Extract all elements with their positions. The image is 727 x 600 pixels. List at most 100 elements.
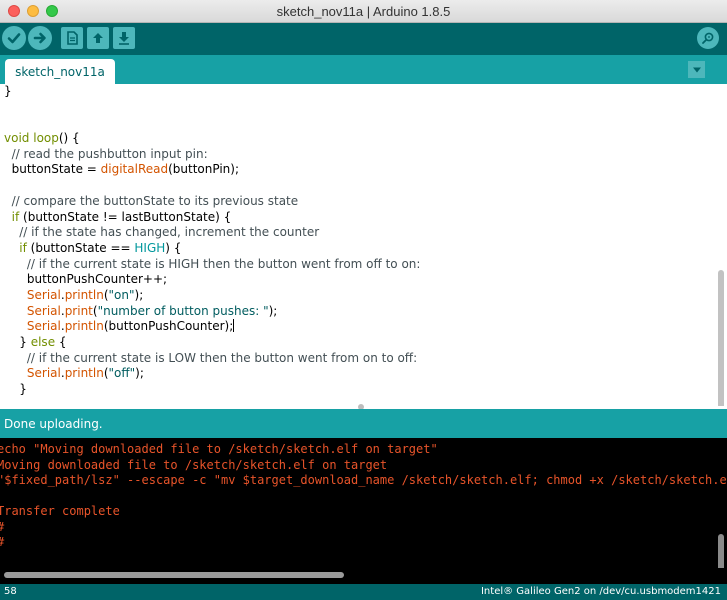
- toolbar: [0, 23, 727, 55]
- code-line[interactable]: }: [4, 382, 420, 398]
- code-token: // read the pushbutton input pin:: [4, 146, 208, 161]
- code-token: // if the current state is LOW then the …: [4, 350, 418, 365]
- code-line[interactable]: Serial.println(buttonPushCounter);: [4, 319, 420, 335]
- arrow-down-icon: [119, 32, 129, 45]
- code-line[interactable]: void loop() {: [4, 131, 420, 147]
- verify-button[interactable]: [2, 26, 26, 50]
- code-token: (buttonState != lastButtonState) {: [19, 209, 232, 224]
- console-line: Transfer complete: [0, 504, 120, 518]
- console-line: Moving downloaded file to /sketch/sketch…: [0, 457, 388, 472]
- code-token: (buttonState ==: [26, 240, 135, 255]
- code-token: digitalRead: [100, 162, 169, 177]
- code-line[interactable]: } else {: [4, 335, 420, 351]
- code-line[interactable]: buttonState = digitalRead(buttonPin);: [4, 162, 420, 178]
- code-line[interactable]: if (buttonState == HIGH) {: [4, 241, 420, 257]
- code-line[interactable]: Serial.println("off");: [4, 366, 420, 382]
- code-token: Serial: [26, 319, 61, 334]
- save-sketch-button[interactable]: [113, 27, 135, 49]
- code-token: void: [4, 131, 30, 146]
- code-line[interactable]: [4, 100, 420, 116]
- code-token: Serial: [26, 287, 61, 302]
- code-token: buttonPushCounter++;: [4, 272, 168, 287]
- code-token: loop: [33, 131, 59, 146]
- code-token: println: [64, 366, 104, 381]
- console-line: #: [0, 535, 727, 551]
- console-horizontal-scrollbar[interactable]: [4, 572, 344, 578]
- console-text: echo "Moving downloaded file to /sketch/…: [0, 442, 727, 551]
- code-token: }: [4, 84, 12, 98]
- line-number: 58: [4, 586, 17, 597]
- arrow-up-icon: [93, 33, 103, 43]
- code-token: else: [30, 335, 56, 349]
- code-token: ) {: [165, 240, 182, 255]
- new-sketch-button[interactable]: [61, 27, 83, 49]
- code-token: }: [4, 382, 27, 397]
- code-line[interactable]: // read the pushbutton input pin:: [4, 147, 420, 163]
- bottom-bar: 58 Intel® Galileo Gen2 on /dev/cu.usbmod…: [0, 584, 727, 600]
- console-line: "$fixed_path/lsz" --escape -c "mv $targe…: [0, 473, 727, 487]
- code-line[interactable]: if (buttonState != lastButtonState) {: [4, 210, 420, 226]
- code-token: );: [134, 287, 144, 302]
- code-editor[interactable]: } void loop() { // read the pushbutton i…: [0, 84, 727, 406]
- window-title: sketch_nov11a | Arduino 1.8.5: [276, 4, 451, 19]
- code-token: }: [4, 335, 31, 349]
- code-token: (buttonPin);: [168, 162, 240, 177]
- code-token: );: [268, 303, 278, 318]
- document-icon: [67, 31, 78, 45]
- code-token: println: [64, 287, 104, 302]
- code-token: "off": [108, 366, 136, 381]
- code-line[interactable]: // if the state has changed, increment t…: [4, 225, 420, 241]
- code-token: (buttonPushCounter);: [103, 319, 234, 334]
- open-sketch-button[interactable]: [87, 27, 109, 49]
- code-token: () {: [58, 131, 80, 146]
- chevron-down-icon: [692, 67, 701, 72]
- window-titlebar: sketch_nov11a | Arduino 1.8.5: [0, 0, 727, 23]
- code-line[interactable]: }: [4, 84, 420, 100]
- code-line[interactable]: [4, 115, 420, 131]
- code-line[interactable]: Serial.print("number of button pushes: "…: [4, 304, 420, 320]
- board-port-label: Intel® Galileo Gen2 on /dev/cu.usbmodem1…: [480, 586, 721, 597]
- code-line[interactable]: // compare the buttonState to its previo…: [4, 194, 420, 210]
- code-token: // if the state has changed, increment t…: [4, 225, 320, 240]
- tab-menu-button[interactable]: [688, 61, 705, 78]
- status-message: Done uploading.: [4, 417, 103, 431]
- tab-strip: sketch_nov11a: [0, 55, 727, 84]
- code-line[interactable]: [4, 178, 420, 194]
- code-token: buttonState =: [4, 162, 101, 177]
- code-token: // if the current state is HIGH then the…: [4, 256, 421, 271]
- tab-sketch[interactable]: sketch_nov11a: [5, 59, 115, 84]
- code-line[interactable]: buttonPushCounter++;: [4, 272, 420, 288]
- code-token: "on": [108, 287, 135, 302]
- editor-scrollbar[interactable]: [718, 270, 724, 406]
- code-token: if: [19, 240, 27, 255]
- serial-monitor-button[interactable]: [697, 27, 719, 49]
- code-token: HIGH: [134, 240, 166, 255]
- code-area[interactable]: } void loop() { // read the pushbutton i…: [4, 84, 420, 398]
- magnifier-icon: [702, 32, 714, 44]
- console-output: echo "Moving downloaded file to /sketch/…: [0, 438, 727, 584]
- code-token: println: [64, 319, 104, 334]
- code-line[interactable]: // if the current state is LOW then the …: [4, 351, 420, 367]
- console-line: echo "Moving downloaded file to /sketch/…: [0, 442, 438, 456]
- code-line[interactable]: Serial.println("on");: [4, 288, 420, 304]
- code-line[interactable]: // if the current state is HIGH then the…: [4, 256, 421, 273]
- arrow-right-icon: [33, 32, 46, 44]
- code-token: Serial: [26, 303, 61, 318]
- code-token: // compare the buttonState to its previo…: [4, 193, 299, 208]
- status-bar: Done uploading.: [0, 409, 727, 438]
- text-cursor: [233, 319, 235, 333]
- code-token: print: [64, 303, 93, 318]
- code-token: {: [55, 335, 67, 349]
- check-icon: [7, 33, 21, 44]
- upload-button[interactable]: [28, 26, 52, 50]
- code-token: );: [135, 366, 144, 381]
- console-line: #: [0, 520, 727, 536]
- code-token: Serial: [26, 366, 61, 381]
- code-token: "number of button pushes: ": [97, 303, 269, 318]
